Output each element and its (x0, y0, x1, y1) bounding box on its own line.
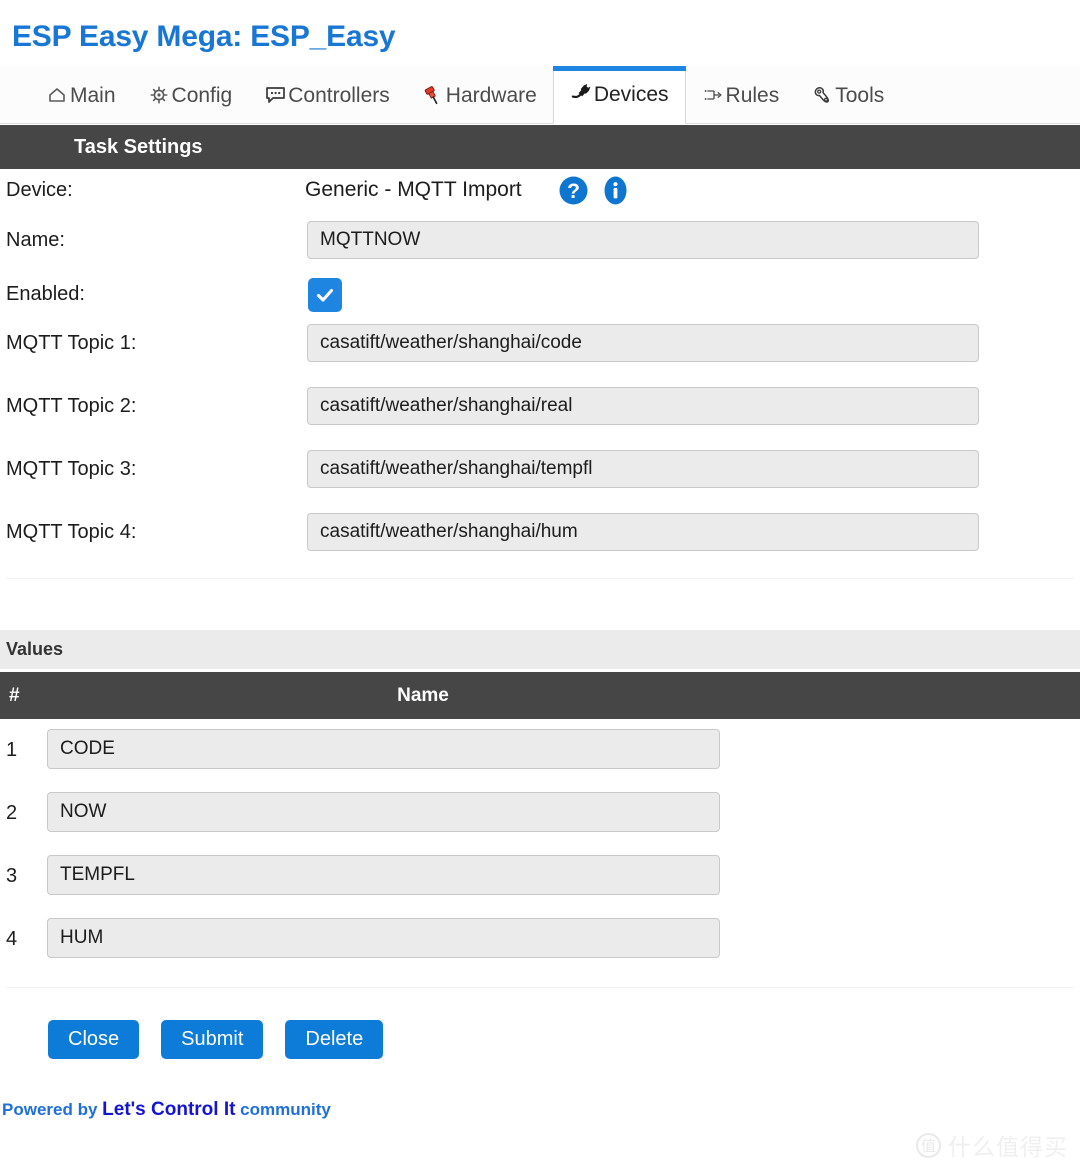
delete-button[interactable]: Delete (285, 1020, 384, 1059)
nav-item-hardware-label: Hardware (445, 83, 537, 107)
svg-text:?: ? (567, 180, 580, 203)
enabled-label: Enabled: (6, 283, 85, 305)
page-root: ESP Easy Mega: ESP_Easy Main Config Cont… (0, 0, 1080, 1175)
submit-button[interactable]: Submit (161, 1020, 264, 1059)
close-button[interactable]: Close (48, 1020, 140, 1059)
name-input[interactable] (307, 221, 979, 259)
branch-arrow-icon (702, 84, 724, 106)
nav-item-rules[interactable]: Rules (686, 78, 796, 124)
mqtt-topic-1-row: MQTT Topic 1: (0, 324, 1080, 364)
wrench-icon (811, 84, 833, 106)
mqtt-topic-2-input[interactable] (307, 387, 979, 425)
watermark: 值 什么值得买 (916, 1128, 1068, 1162)
footer-credit: Powered by Let's Control It community (2, 1099, 331, 1121)
nav-item-list: Main Config Controllers Hardware Devices… (30, 66, 900, 124)
nav-item-devices[interactable]: Devices (552, 66, 686, 124)
footer-brand-link[interactable]: Let's Control It (102, 1099, 235, 1120)
mqtt-topic-4-row: MQTT Topic 4: (0, 513, 1080, 553)
nav-item-controllers[interactable]: Controllers (248, 78, 406, 124)
speech-bubble-icon (264, 84, 286, 106)
footer-prefix: Powered by (2, 1100, 103, 1119)
row-number-3: 3 (6, 864, 18, 887)
page-title: ESP Easy Mega: ESP_Easy (12, 20, 396, 53)
mqtt-topic-4-label: MQTT Topic 4: (6, 521, 137, 543)
device-label: Device: (6, 179, 73, 201)
value-name-input-4[interactable] (47, 918, 720, 958)
mqtt-topic-4-input[interactable] (307, 513, 979, 551)
value-name-input-2[interactable] (47, 792, 720, 832)
value-name-input-3[interactable] (47, 855, 720, 895)
mqtt-topic-1-input[interactable] (307, 324, 979, 362)
nav-item-controllers-label: Controllers (288, 83, 390, 107)
section-divider-buttons (6, 987, 1074, 988)
nav-item-config[interactable]: Config (132, 78, 249, 124)
section-divider-values (6, 578, 1074, 579)
form-action-buttons: Close Submit Delete (48, 1020, 384, 1059)
home-icon (46, 84, 68, 106)
value-name-input-1[interactable] (47, 729, 720, 769)
mqtt-topic-1-label: MQTT Topic 1: (6, 332, 137, 354)
gear-icon (148, 84, 170, 106)
watermark-text: 什么值得买 (948, 1135, 1068, 1161)
values-title: Values (6, 639, 64, 659)
name-row: Name: (0, 221, 1080, 261)
name-label: Name: (6, 229, 65, 251)
nav-item-main-label: Main (70, 83, 116, 107)
table-row: 3 (0, 855, 1080, 897)
nav-item-main[interactable]: Main (30, 78, 132, 124)
row-number-2: 2 (6, 801, 18, 824)
row-number-1: 1 (6, 738, 18, 761)
nav-item-tools[interactable]: Tools (795, 78, 900, 124)
plug-icon (570, 83, 592, 105)
nav-item-config-label: Config (171, 83, 233, 107)
device-value: Generic - MQTT Import (305, 178, 522, 201)
nav-item-hardware[interactable]: Hardware (406, 78, 553, 124)
values-table-header: # Name (0, 672, 1080, 719)
nav-item-devices-label: Devices (593, 83, 669, 106)
footer-suffix: community (235, 1100, 331, 1119)
mqtt-topic-2-label: MQTT Topic 2: (6, 395, 137, 417)
mqtt-topic-3-label: MQTT Topic 3: (6, 458, 137, 480)
task-settings-title: Task Settings (74, 135, 203, 158)
table-row: 4 (0, 918, 1080, 960)
main-navigation: Main Config Controllers Hardware Devices… (0, 66, 1080, 124)
nav-item-rules-label: Rules (725, 83, 780, 107)
column-header-name: Name (397, 684, 449, 706)
table-row: 2 (0, 792, 1080, 834)
enabled-row: Enabled: (0, 278, 1080, 312)
task-settings-header: Task Settings (0, 125, 1080, 169)
device-row: Device: Generic - MQTT Import ? (0, 176, 1080, 206)
mqtt-topic-2-row: MQTT Topic 2: (0, 387, 1080, 427)
pushpin-icon (422, 84, 444, 106)
table-row: 1 (0, 729, 1080, 771)
nav-item-tools-label: Tools (835, 83, 885, 107)
values-header: Values (0, 630, 1080, 669)
row-number-4: 4 (6, 927, 18, 950)
mqtt-topic-3-input[interactable] (307, 450, 979, 488)
enabled-checkbox[interactable] (308, 278, 342, 312)
info-circle-icon[interactable] (602, 174, 629, 207)
watermark-logo-icon: 值 (916, 1132, 941, 1158)
help-circle-icon[interactable]: ? (557, 174, 590, 207)
mqtt-topic-3-row: MQTT Topic 3: (0, 450, 1080, 490)
